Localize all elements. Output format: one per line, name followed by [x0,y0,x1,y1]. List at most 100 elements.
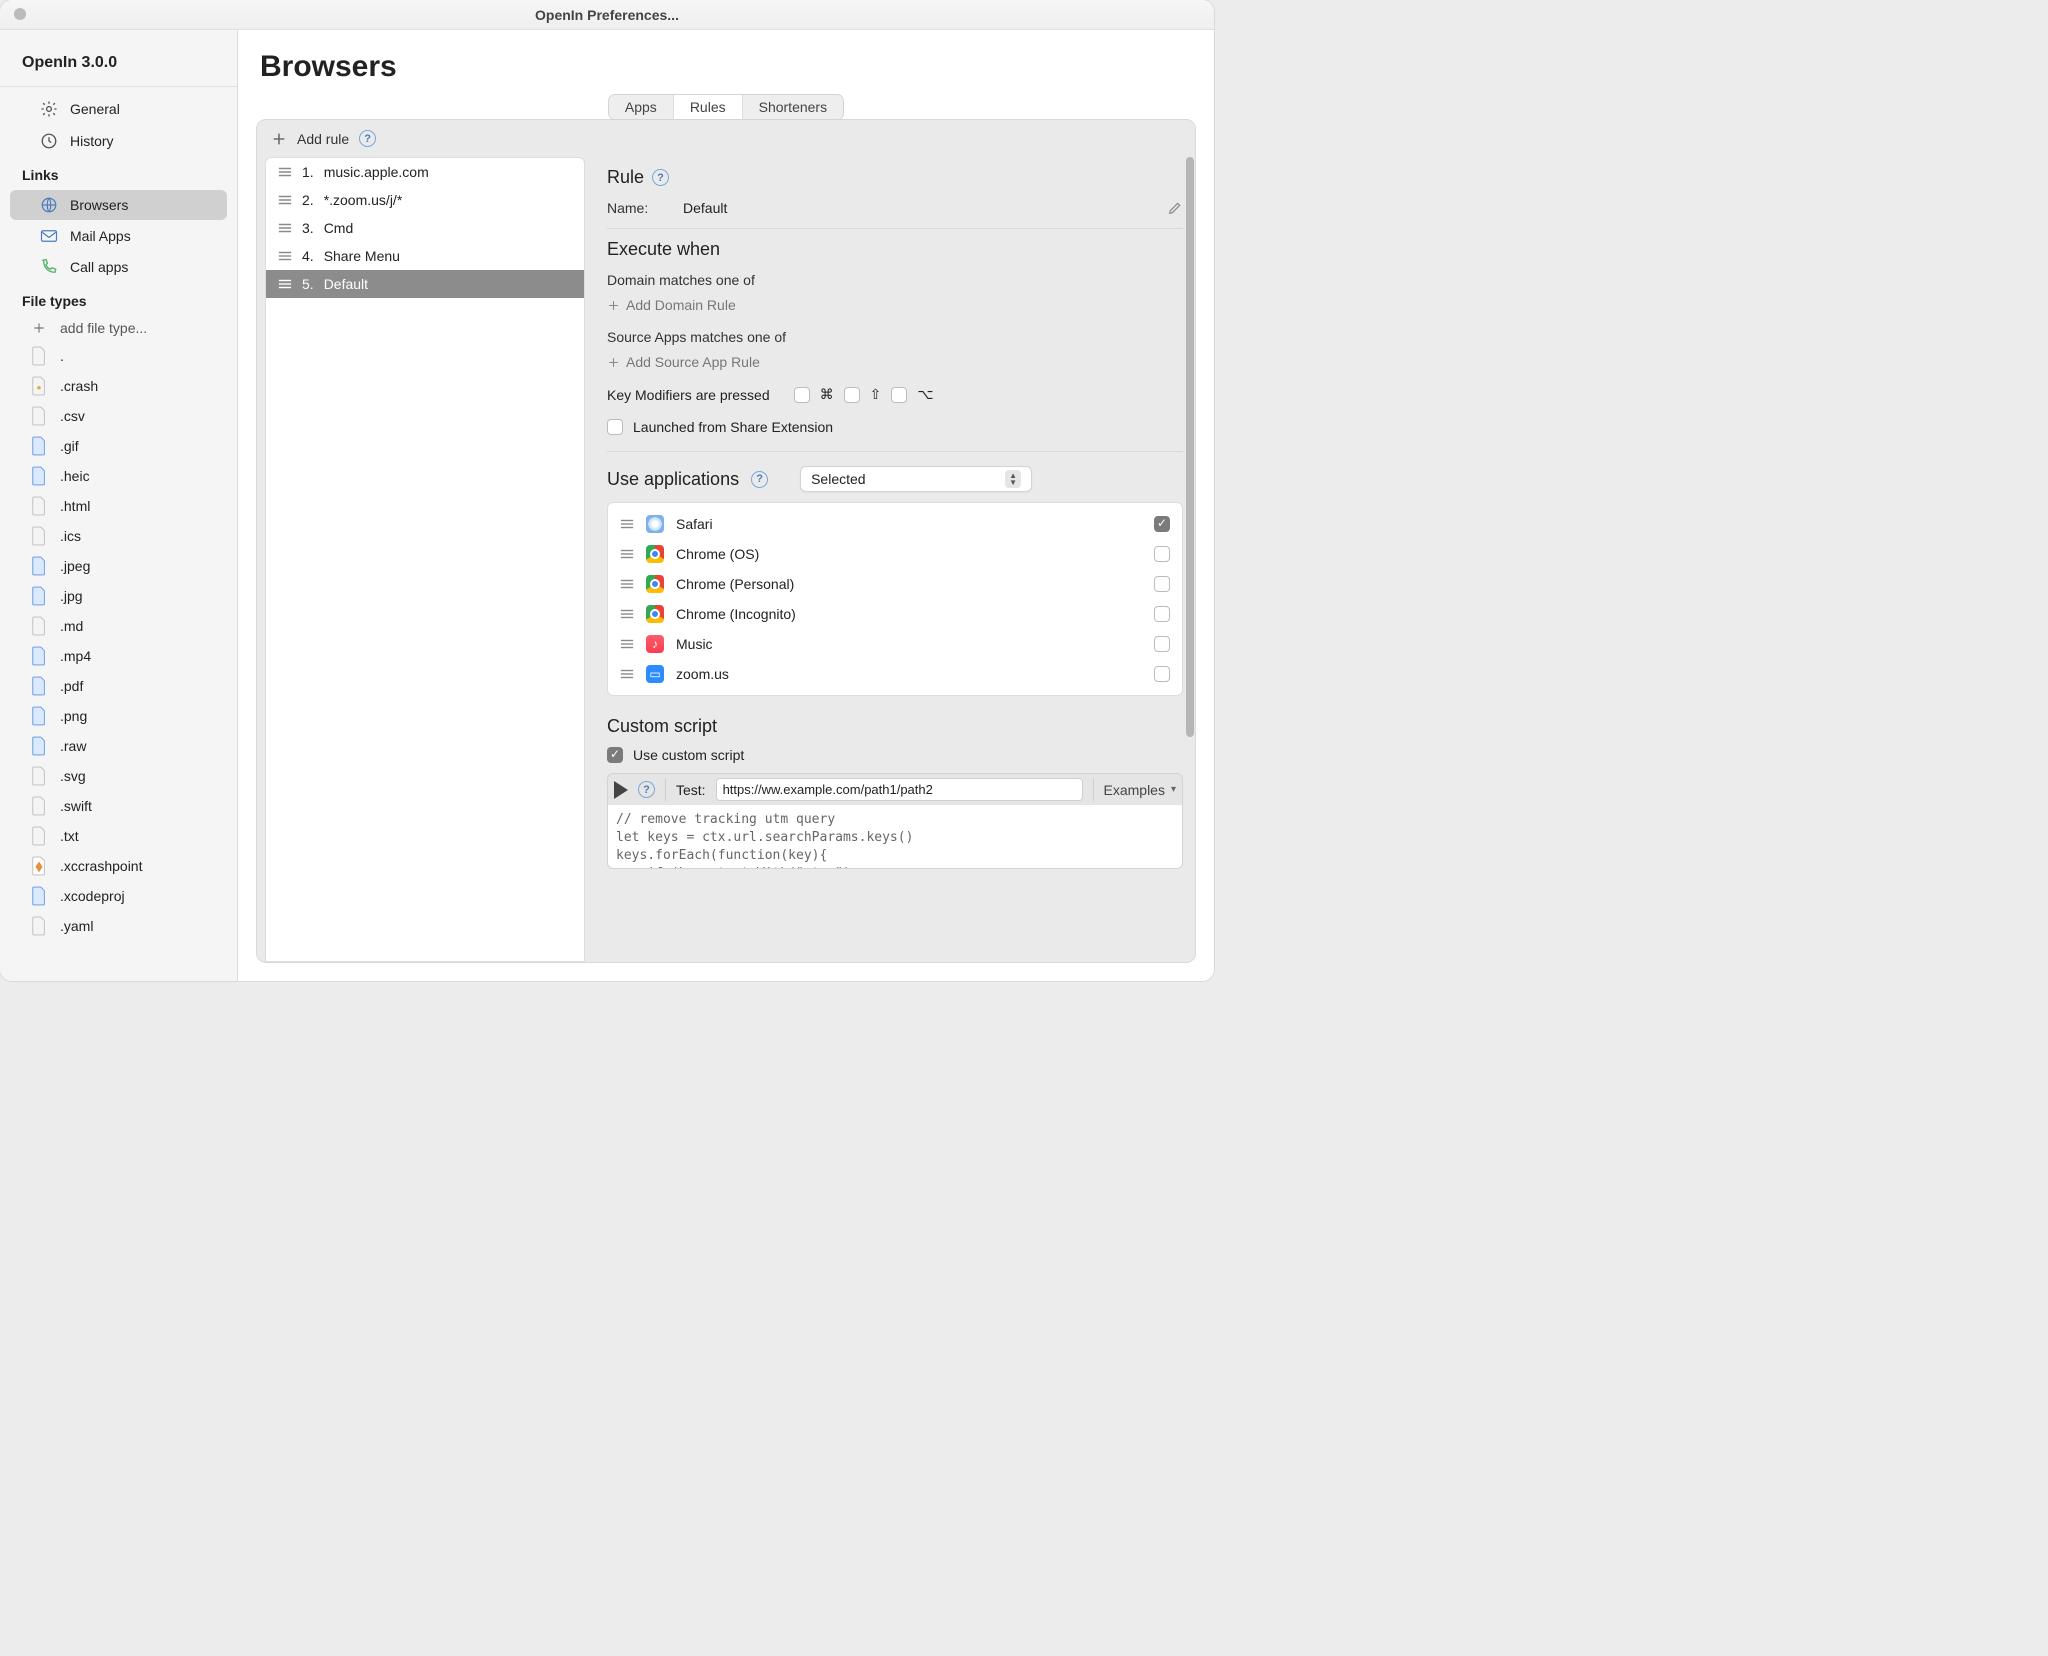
script-toolbar: ? Test: https://ww.example.com/path1/pat… [607,773,1183,805]
application-row[interactable]: Chrome (OS) [616,539,1174,569]
use-custom-script-checkbox[interactable] [607,747,623,763]
share-extension-label: Launched from Share Extension [633,419,833,435]
file-type-item[interactable]: . [0,341,237,371]
mod-shift-checkbox[interactable] [844,387,860,403]
drag-handle-icon[interactable] [620,668,634,680]
scrollbar-thumb[interactable] [1186,157,1194,737]
rule-list-item[interactable]: 1.music.apple.com [266,158,584,186]
help-icon[interactable]: ? [751,471,768,488]
file-type-item[interactable]: .mp4 [0,641,237,671]
drag-handle-icon[interactable] [620,608,634,620]
file-type-item[interactable]: .heic [0,461,237,491]
file-type-item[interactable]: .pdf [0,671,237,701]
sidebar-item-mail-apps[interactable]: Mail Apps [10,222,227,250]
plus-icon[interactable] [271,131,287,147]
safari-icon [646,515,664,533]
application-checkbox[interactable] [1154,546,1170,562]
sidebar-item-history[interactable]: History [10,126,227,156]
preferences-window: OpenIn Preferences... OpenIn 3.0.0 Gener… [0,0,1214,981]
application-checkbox[interactable] [1154,666,1170,682]
sidebar: OpenIn 3.0.0 General History Links Brows… [0,30,238,981]
application-row[interactable]: ▭zoom.us [616,659,1174,689]
file-type-item[interactable]: .csv [0,401,237,431]
rule-list-item[interactable]: 2.*.zoom.us/j/* [266,186,584,214]
application-checkbox[interactable] [1154,516,1170,532]
file-icon [30,406,48,426]
help-icon[interactable]: ? [652,169,669,186]
application-name: Chrome (Personal) [676,576,794,592]
file-type-label: .jpg [60,588,83,604]
file-type-label: .txt [60,828,79,844]
window-controls[interactable] [14,8,26,20]
application-row[interactable]: Safari [616,509,1174,539]
drag-handle-icon[interactable] [620,548,634,560]
file-type-item[interactable]: .svg [0,761,237,791]
sidebar-item-call-apps[interactable]: Call apps [10,252,227,282]
help-icon[interactable]: ? [638,781,655,798]
add-source-app-button[interactable]: Add Source App Rule [607,351,1183,380]
mod-cmd-checkbox[interactable] [794,387,810,403]
application-row[interactable]: ♪Music [616,629,1174,659]
close-icon[interactable] [14,8,26,20]
file-type-item[interactable]: .jpg [0,581,237,611]
mod-opt-checkbox[interactable] [891,387,907,403]
file-type-label: .raw [60,738,86,754]
sidebar-item-browsers[interactable]: Browsers [10,190,227,220]
file-type-label: .pdf [60,678,83,694]
rule-list-item[interactable]: 3.Cmd [266,214,584,242]
file-type-item[interactable]: .swift [0,791,237,821]
titlebar: OpenIn Preferences... [0,0,1214,30]
examples-dropdown[interactable]: Examples ▾ [1104,782,1177,798]
drag-handle-icon[interactable] [278,222,292,234]
file-type-item[interactable]: .raw [0,731,237,761]
sidebar-add-file-type[interactable]: add file type... [0,315,237,341]
mail-icon [40,229,58,243]
application-checkbox[interactable] [1154,576,1170,592]
edit-name-icon[interactable] [1167,200,1183,216]
file-type-label: .gif [60,438,79,454]
file-type-item[interactable]: .crash [0,371,237,401]
drag-handle-icon[interactable] [278,278,292,290]
drag-handle-icon[interactable] [278,166,292,178]
help-icon[interactable]: ? [359,130,376,147]
drag-handle-icon[interactable] [620,638,634,650]
rule-list-item[interactable]: 5.Default [266,270,584,298]
file-type-item[interactable]: .gif [0,431,237,461]
application-row[interactable]: Chrome (Personal) [616,569,1174,599]
test-url-input[interactable]: https://ww.example.com/path1/path2 [716,778,1083,801]
drag-handle-icon[interactable] [620,578,634,590]
file-type-item[interactable]: .png [0,701,237,731]
file-type-item[interactable]: .yaml [0,911,237,941]
tab-rules[interactable]: Rules [674,95,743,119]
sidebar-item-general[interactable]: General [10,94,227,124]
file-icon [30,796,48,816]
run-script-icon[interactable] [614,781,628,799]
file-type-item[interactable]: .ics [0,521,237,551]
file-type-item[interactable]: .txt [0,821,237,851]
drag-handle-icon[interactable] [278,250,292,262]
tab-shorteners[interactable]: Shorteners [743,95,843,119]
add-rule-button[interactable]: Add rule [297,131,349,147]
drag-handle-icon[interactable] [620,518,634,530]
chrome-icon [646,605,664,623]
script-editor[interactable]: // remove tracking utm query let keys = … [607,805,1183,869]
file-type-item[interactable]: .jpeg [0,551,237,581]
test-label: Test: [676,782,706,798]
sidebar-item-label: add file type... [60,320,147,336]
use-applications-heading: Use applications [607,469,739,490]
file-type-item[interactable]: .xcodeproj [0,881,237,911]
application-row[interactable]: Chrome (Incognito) [616,599,1174,629]
file-type-item[interactable]: .md [0,611,237,641]
add-domain-rule-button[interactable]: Add Domain Rule [607,294,1183,323]
file-type-item[interactable]: .xccrashpoint [0,851,237,881]
tab-apps[interactable]: Apps [609,95,674,119]
use-apps-mode-select[interactable]: Selected ▲▼ [800,466,1032,492]
file-icon [30,706,48,726]
rule-list-item[interactable]: 4.Share Menu [266,242,584,270]
scrollbar[interactable] [1185,157,1195,802]
application-checkbox[interactable] [1154,636,1170,652]
application-checkbox[interactable] [1154,606,1170,622]
drag-handle-icon[interactable] [278,194,292,206]
share-extension-checkbox[interactable] [607,419,623,435]
file-type-item[interactable]: .html [0,491,237,521]
